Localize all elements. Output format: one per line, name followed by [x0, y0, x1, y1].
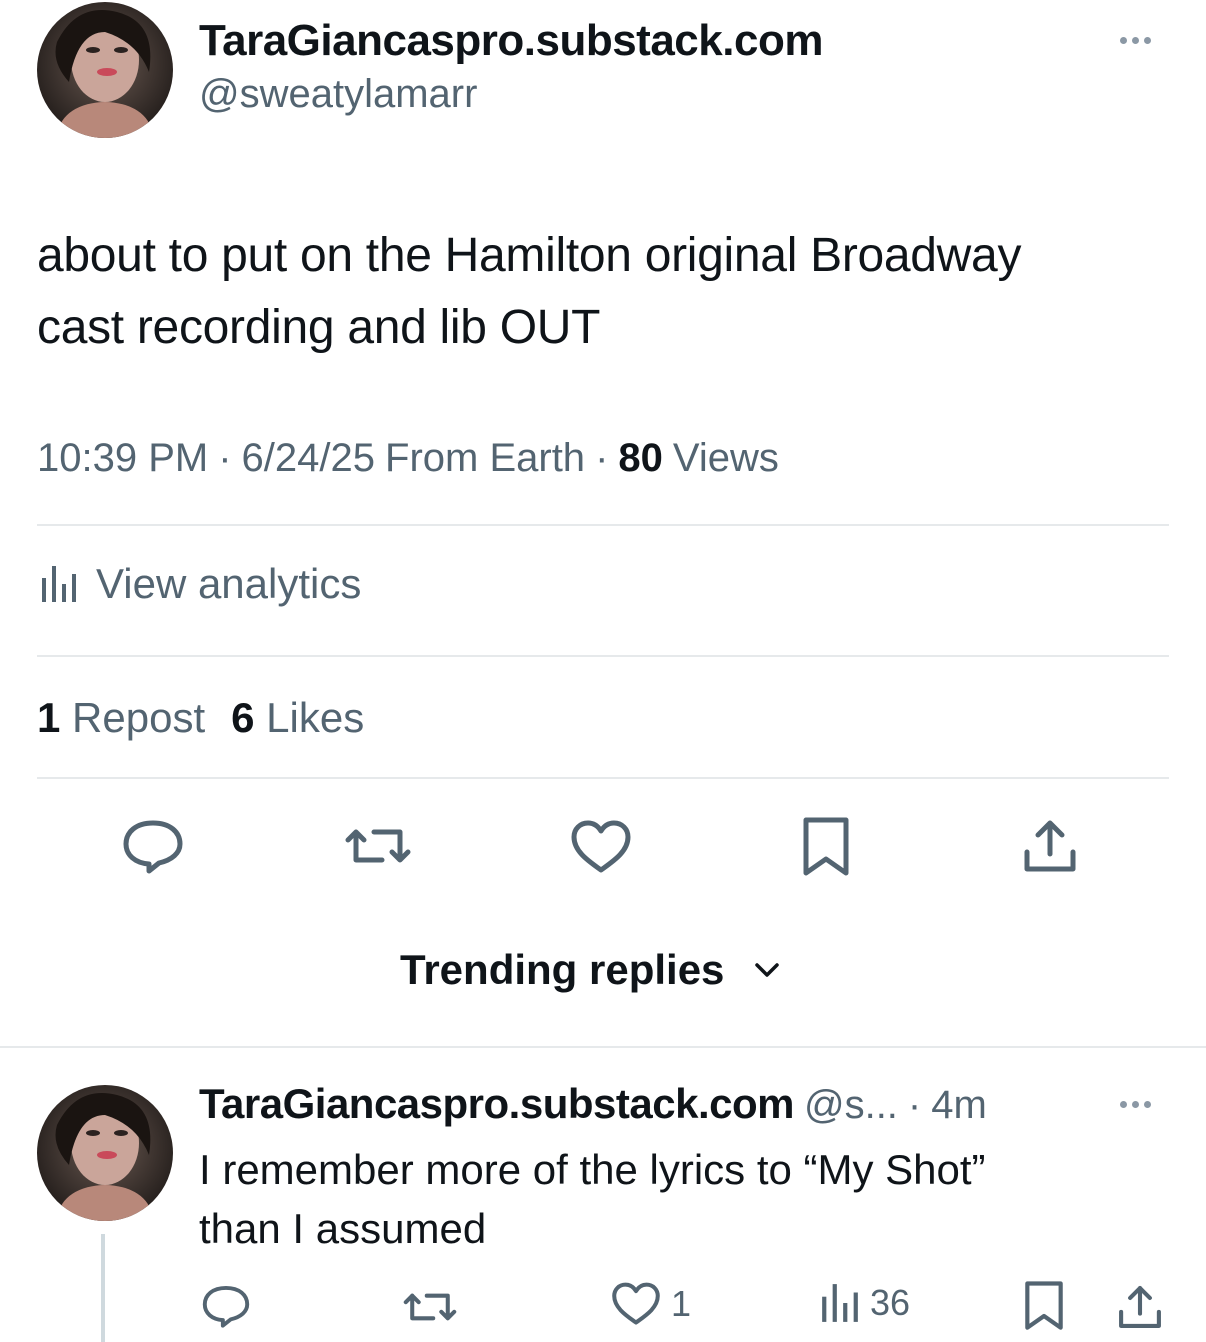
reply-handle[interactable]: @s... [804, 1083, 898, 1128]
post-time[interactable]: 10:39 PM [37, 436, 208, 481]
reply-display-name[interactable]: TaraGiancaspro.substack.com [199, 1080, 794, 1128]
trending-replies-toggle[interactable]: Trending replies [400, 946, 780, 994]
reply-views-button[interactable]: 36 [820, 1282, 910, 1324]
views-count: 80 [618, 436, 663, 480]
thread-line [101, 1234, 105, 1342]
reply-text-line-2: than I assumed [199, 1205, 487, 1252]
author-handle[interactable]: @sweatylamarr [199, 72, 477, 117]
repost-icon[interactable] [344, 820, 412, 872]
reply-like-icon [611, 1282, 661, 1326]
trending-replies-label: Trending replies [400, 946, 725, 993]
reply-icon[interactable] [122, 818, 184, 874]
reply-like-button[interactable]: 1 [611, 1282, 691, 1326]
reposts-count: 1 [37, 694, 61, 741]
divider [37, 524, 1169, 526]
meta-separator: · [595, 436, 609, 480]
post-meta: 10:39 PM · 6/24/25 From Earth · 80 Views [37, 436, 779, 481]
reply-analytics-icon [820, 1282, 860, 1324]
reply-more-icon[interactable] [1120, 1101, 1151, 1108]
view-analytics-label: View analytics [96, 560, 362, 607]
reply-header: TaraGiancaspro.substack.com @s... · 4m [199, 1080, 987, 1128]
reply-author-avatar[interactable] [37, 1085, 173, 1221]
reply-age[interactable]: 4m [931, 1083, 987, 1128]
likes-label: Likes [266, 694, 365, 741]
chevron-down-icon [754, 962, 780, 978]
engagement-counts: 1 Repost 6 Likes [37, 694, 364, 742]
post-text: about to put on the Hamilton original Br… [37, 220, 1021, 364]
post-text-line-1: about to put on the Hamilton original Br… [37, 229, 1022, 282]
post-date[interactable]: 6/24/25 [242, 436, 375, 481]
post-text-line-2: cast recording and lib OUT [37, 301, 601, 354]
reply-bookmark-icon[interactable] [1024, 1280, 1064, 1332]
view-analytics-link[interactable]: View analytics [40, 560, 361, 608]
reply-repost-icon[interactable] [402, 1286, 458, 1328]
reposts-label: Repost [72, 694, 206, 741]
likes-count: 6 [231, 694, 255, 741]
likes-stat[interactable]: 6 Likes [231, 694, 364, 742]
author-avatar[interactable] [37, 2, 173, 138]
divider [37, 777, 1169, 779]
reply-share-icon[interactable] [1117, 1284, 1163, 1330]
meta-separator: · [907, 1083, 922, 1127]
reposts-stat[interactable]: 1 Repost [37, 694, 205, 742]
like-icon[interactable] [570, 820, 632, 874]
author-display-name[interactable]: TaraGiancaspro.substack.com [199, 16, 823, 66]
reply-likes-count: 1 [671, 1283, 692, 1324]
section-divider [0, 1046, 1206, 1048]
bookmark-icon[interactable] [802, 816, 850, 878]
meta-separator: · [218, 436, 232, 480]
views-label: Views [672, 436, 779, 480]
share-icon[interactable] [1022, 818, 1078, 874]
reply-views-count: 36 [870, 1282, 911, 1323]
reply-text-line-1: I remember more of the lyrics to “My Sho… [199, 1146, 986, 1193]
reply-text: I remember more of the lyrics to “My Sho… [199, 1140, 986, 1258]
post-source: From Earth [385, 436, 586, 480]
more-icon[interactable] [1120, 37, 1151, 44]
analytics-icon [40, 564, 78, 604]
divider [37, 655, 1169, 657]
reply-reply-icon[interactable] [201, 1284, 251, 1328]
